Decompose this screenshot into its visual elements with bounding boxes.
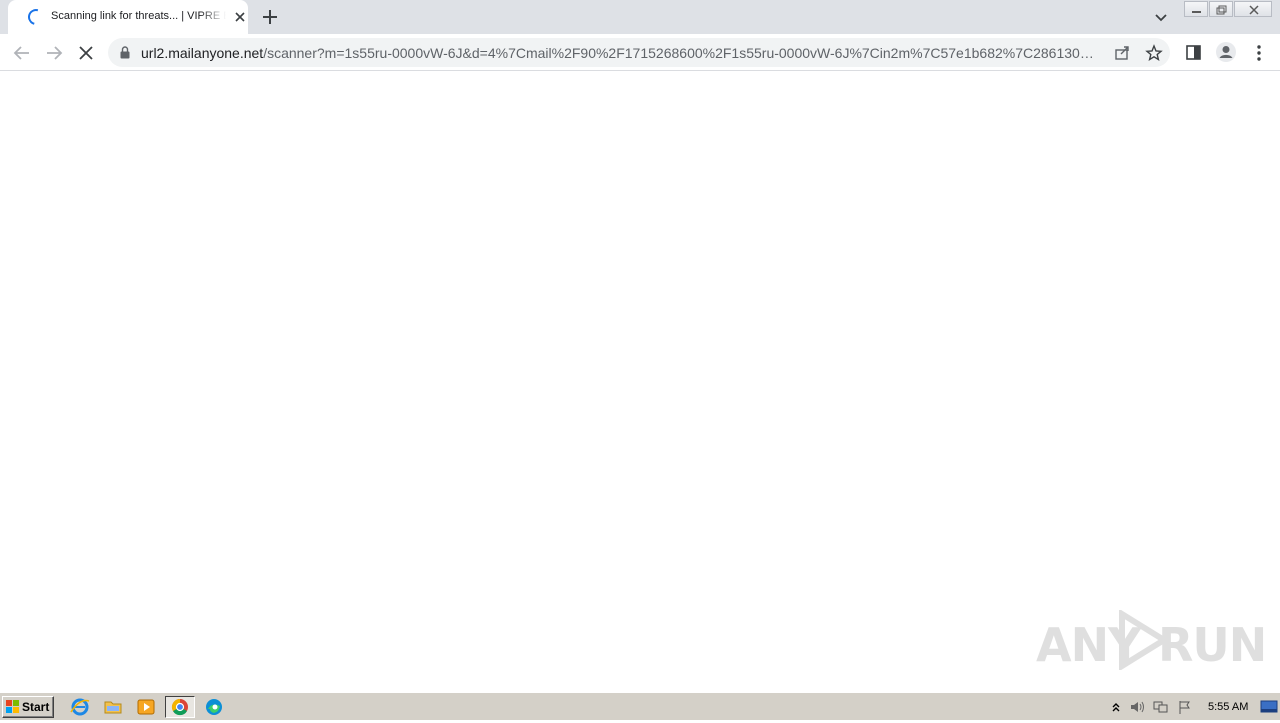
edge-icon[interactable]: [202, 696, 226, 718]
side-panel-icon[interactable]: [1184, 43, 1204, 63]
forward-arrow-icon[interactable]: [43, 42, 65, 64]
media-player-icon[interactable]: [134, 696, 158, 718]
action-center-flag-icon[interactable]: [1176, 699, 1194, 715]
page-content: [0, 72, 1280, 692]
url-path: /scanner?m=1s55ru-0000vW-6J&d=4%7Cmail%2…: [263, 45, 1094, 61]
minimize-window-icon[interactable]: [1184, 1, 1208, 17]
lock-icon[interactable]: [120, 46, 130, 64]
anyrun-watermark: ANY RUN: [1036, 606, 1267, 674]
browser-toolbar: url2.mailanyone.net/scanner?m=1s55ru-000…: [0, 34, 1280, 71]
address-bar[interactable]: url2.mailanyone.net/scanner?m=1s55ru-000…: [108, 38, 1170, 67]
star-icon[interactable]: [1145, 44, 1163, 62]
start-label: Start: [22, 700, 50, 714]
windows-flag-icon: [6, 700, 19, 713]
system-tray: 5:55 AM: [1106, 696, 1280, 718]
url-host: url2.mailanyone.net: [141, 45, 264, 61]
tab-title: Scanning link for threats... | VIPRE Ema…: [51, 10, 226, 22]
new-tab-icon[interactable]: [259, 6, 281, 28]
url-text[interactable]: url2.mailanyone.net/scanner?m=1s55ru-000…: [141, 45, 1106, 61]
chrome-icon[interactable]: [165, 696, 195, 718]
show-hidden-icons-icon[interactable]: [1110, 699, 1122, 715]
show-desktop-icon[interactable]: [1260, 700, 1278, 714]
internet-explorer-icon[interactable]: [68, 696, 92, 718]
kebab-menu-icon[interactable]: [1249, 43, 1269, 63]
start-button[interactable]: Start: [2, 696, 54, 718]
close-window-icon[interactable]: [1234, 1, 1272, 17]
share-icon[interactable]: [1113, 44, 1131, 62]
stop-loading-icon[interactable]: [75, 42, 97, 64]
tab-strip: Scanning link for threats... | VIPRE Ema…: [0, 0, 1280, 34]
close-tab-icon[interactable]: [232, 9, 248, 25]
file-explorer-icon[interactable]: [101, 696, 125, 718]
loading-spinner-icon: [25, 6, 47, 28]
watermark-text-right: RUN: [1158, 618, 1267, 672]
restore-window-icon[interactable]: [1209, 1, 1233, 17]
network-icon[interactable]: [1152, 699, 1170, 715]
profile-icon[interactable]: [1215, 41, 1237, 63]
chevron-down-icon[interactable]: [1150, 7, 1172, 27]
back-arrow-icon[interactable]: [11, 42, 33, 64]
volume-icon[interactable]: [1128, 699, 1146, 715]
taskbar: Start 5:55 AM: [0, 692, 1280, 720]
clock[interactable]: 5:55 AM: [1208, 701, 1248, 713]
browser-tab[interactable]: Scanning link for threats... | VIPRE Ema…: [8, 0, 248, 34]
